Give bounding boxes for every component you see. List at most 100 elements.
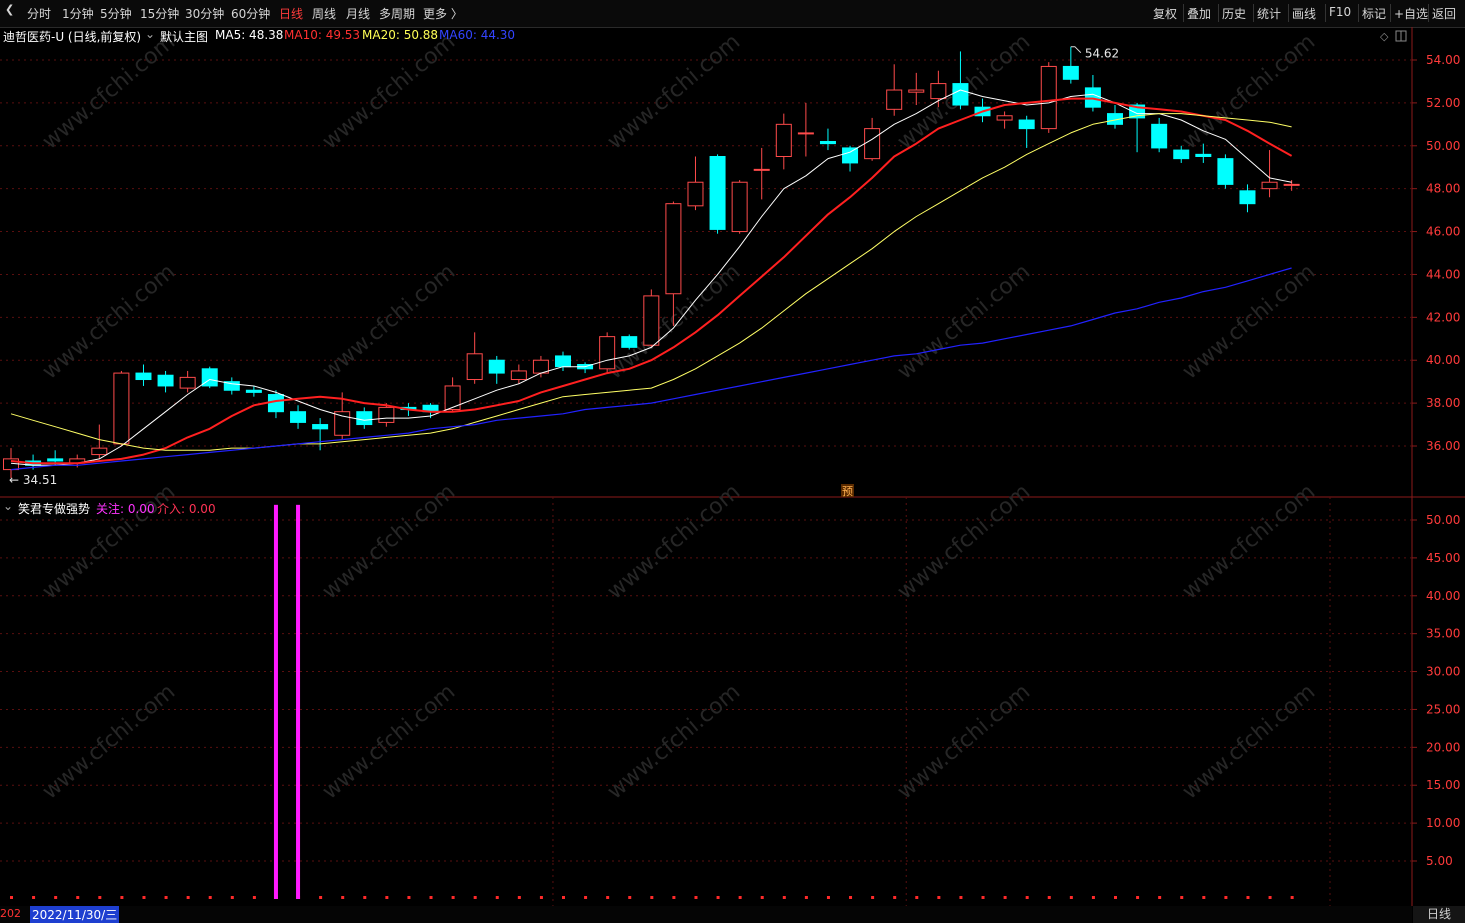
candle-body-up bbox=[908, 89, 925, 93]
price-tick-label: 52.00 bbox=[1426, 96, 1460, 110]
zero-dot bbox=[782, 896, 786, 899]
ma60-label: MA60: 44.30 bbox=[439, 28, 516, 42]
candle bbox=[290, 405, 307, 429]
zero-dot bbox=[473, 896, 477, 899]
diamond-icon[interactable]: ◇ bbox=[1380, 30, 1389, 43]
zero-dot bbox=[1025, 896, 1029, 899]
zero-dot bbox=[142, 896, 146, 899]
indicator-enter: 介入: 0.00 bbox=[157, 502, 216, 516]
zero-dot bbox=[1136, 896, 1140, 899]
candle-body-up bbox=[753, 168, 770, 171]
candle-body-down bbox=[819, 140, 836, 145]
template-name[interactable]: 默认主图 bbox=[160, 28, 208, 45]
zero-dot bbox=[186, 896, 190, 899]
stock-chart[interactable]: 123 www.cfchi.comwww.cfchi.comwww.cfchi.… bbox=[0, 0, 1465, 923]
signal-bar bbox=[273, 504, 278, 899]
candle-body-down bbox=[1084, 87, 1101, 108]
candle bbox=[886, 64, 903, 116]
price-tick-label: 40.00 bbox=[1426, 353, 1460, 367]
candle-body-down bbox=[488, 359, 505, 374]
candle-body-up bbox=[797, 132, 814, 135]
candle bbox=[709, 154, 726, 234]
candle bbox=[908, 72, 925, 106]
candle-body-up bbox=[643, 295, 660, 346]
indicator-tick-label: 45.00 bbox=[1426, 551, 1460, 565]
watermark-text: www.cfchi.com bbox=[1178, 679, 1320, 804]
zero-dot bbox=[1290, 896, 1294, 899]
zero-dot bbox=[363, 896, 367, 899]
candle-body-up bbox=[775, 123, 792, 158]
candle bbox=[797, 102, 814, 157]
candle-body-up bbox=[510, 370, 527, 381]
zero-dot bbox=[1114, 896, 1117, 899]
zero-dot bbox=[98, 896, 102, 899]
candle-body-up bbox=[3, 458, 19, 471]
watermark-text: www.cfchi.com bbox=[1178, 479, 1320, 604]
pre-marker-label[interactable]: 预 bbox=[842, 485, 853, 498]
zero-dot bbox=[32, 896, 36, 899]
candle bbox=[1129, 102, 1146, 153]
candle-body-up bbox=[665, 203, 682, 295]
candle bbox=[1283, 180, 1300, 191]
zero-dot bbox=[517, 896, 521, 899]
high-label: 54.62 bbox=[1085, 47, 1119, 61]
candle-body-down bbox=[267, 394, 284, 413]
signal-bar bbox=[296, 504, 301, 899]
candle-body-up bbox=[113, 372, 130, 445]
zero-dot bbox=[539, 896, 543, 899]
zero-dot bbox=[760, 896, 764, 899]
candle-body-up bbox=[444, 385, 461, 411]
candle-body-up bbox=[91, 447, 108, 456]
zero-dot bbox=[1069, 896, 1073, 899]
price-tick-label: 44.00 bbox=[1426, 267, 1460, 281]
zero-dot bbox=[804, 896, 808, 899]
candle-body-down bbox=[47, 458, 64, 462]
indicator-tick-label: 30.00 bbox=[1426, 665, 1460, 679]
watermark-text: www.cfchi.com bbox=[893, 479, 1035, 604]
candle bbox=[775, 113, 792, 170]
price-tick-label: 48.00 bbox=[1426, 182, 1460, 196]
watermark-text: www.cfchi.com bbox=[38, 479, 180, 604]
price-tick-label: 36.00 bbox=[1426, 439, 1460, 453]
candle bbox=[1107, 105, 1123, 129]
candle bbox=[135, 364, 152, 386]
period-indicator[interactable]: 日线 bbox=[1413, 906, 1465, 923]
indicator-name[interactable]: 笑君专做强势 bbox=[18, 500, 90, 517]
ma20-label: MA20: 50.88 bbox=[362, 28, 439, 42]
price-tick-label: 42.00 bbox=[1426, 310, 1460, 324]
zero-dot bbox=[1047, 896, 1051, 899]
zero-dot bbox=[672, 896, 676, 899]
zero-dot bbox=[1180, 896, 1184, 899]
indicator-tick-label: 25.00 bbox=[1426, 702, 1460, 716]
zero-dot bbox=[694, 896, 698, 899]
indicator-chevron-icon[interactable]: ⌄ bbox=[3, 499, 13, 513]
watermark-text: www.cfchi.com bbox=[603, 29, 745, 154]
candle bbox=[91, 424, 108, 459]
candle-body-down bbox=[312, 424, 329, 430]
zero-dot bbox=[937, 896, 941, 899]
zero-dot bbox=[584, 896, 588, 899]
candle bbox=[223, 377, 240, 395]
template-chevron-icon[interactable]: ⌄ bbox=[145, 27, 155, 41]
watermark-text: www.cfchi.com bbox=[893, 259, 1035, 384]
candle-body-down bbox=[135, 372, 152, 381]
zero-dot bbox=[341, 896, 345, 899]
candle-body-up bbox=[687, 181, 704, 207]
zero-dot bbox=[1268, 896, 1272, 899]
candle-body-down bbox=[157, 374, 174, 387]
zero-dot bbox=[407, 896, 411, 899]
watermark-text: www.cfchi.com bbox=[318, 479, 460, 604]
candle bbox=[356, 407, 373, 429]
date-prefix: 202 bbox=[0, 907, 21, 920]
candle bbox=[488, 355, 505, 384]
zero-dot bbox=[915, 896, 919, 899]
candle-body-up bbox=[886, 89, 903, 110]
ma-line-ma5 bbox=[10, 89, 1292, 466]
zero-dot bbox=[1003, 896, 1007, 899]
candle bbox=[1018, 115, 1035, 148]
candle-body-up bbox=[599, 336, 616, 370]
candle bbox=[1217, 154, 1234, 189]
zero-dot bbox=[650, 896, 654, 899]
candle-body-up bbox=[1261, 181, 1278, 190]
candle bbox=[1062, 46, 1079, 84]
